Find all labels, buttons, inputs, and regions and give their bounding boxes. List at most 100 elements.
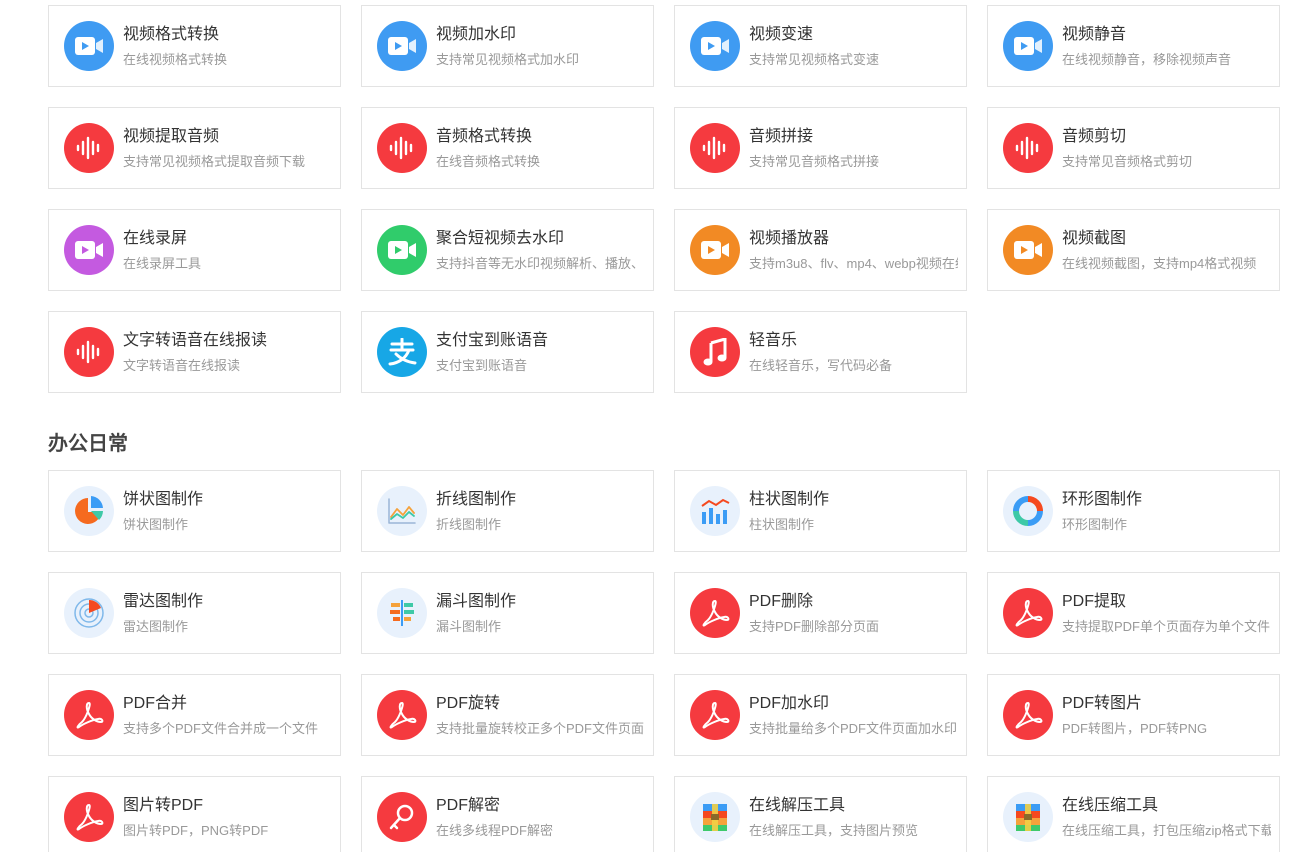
tool-title: 在线压缩工具 xyxy=(1062,797,1159,814)
tool-desc: 支持多个PDF文件合并成一个文件 xyxy=(123,721,319,736)
tool-desc: 环形图制作 xyxy=(1062,517,1128,532)
tool-card-extract-audio[interactable]: 视频提取音频 支持常见视频格式提取音频下载 xyxy=(48,107,341,189)
screen-record-icon xyxy=(377,225,427,275)
line-chart-icon xyxy=(377,486,427,536)
tool-card-video-mute[interactable]: 视频静音 在线视频静音，移除视频声音 xyxy=(987,5,1280,87)
tool-title: 漏斗图制作 xyxy=(436,593,517,610)
media-tools-grid: 视频格式转换 在线视频格式转换 视频加水印 支持常见视频格式加水印 视频变速 支… xyxy=(48,5,1280,393)
tool-card-line-chart[interactable]: 折线图制作 折线图制作 xyxy=(361,470,654,552)
tool-desc: 在线录屏工具 xyxy=(123,256,202,271)
zip-archive-icon xyxy=(1003,792,1053,842)
bar-chart-icon xyxy=(690,486,740,536)
tool-card-pdf-watermark[interactable]: PDF加水印 支持批量给多个PDF文件页面加水印 xyxy=(674,674,967,756)
tool-card-online-zip[interactable]: 在线压缩工具 在线压缩工具，打包压缩zip格式下载 xyxy=(987,776,1280,852)
audio-wave-icon xyxy=(1003,123,1053,173)
alipay-icon xyxy=(377,327,427,377)
tool-title: PDF提取 xyxy=(1062,593,1127,610)
tool-card-text-to-speech[interactable]: 文字转语音在线报读 文字转语音在线报读 xyxy=(48,311,341,393)
tool-title: 视频加水印 xyxy=(436,26,517,43)
tool-card-light-music[interactable]: 轻音乐 在线轻音乐，写代码必备 xyxy=(674,311,967,393)
tool-card-funnel-chart[interactable]: 漏斗图制作 漏斗图制作 xyxy=(361,572,654,654)
pdf-icon xyxy=(690,690,740,740)
tool-title: 饼状图制作 xyxy=(123,491,204,508)
tool-desc: 支持批量给多个PDF文件页面加水印 xyxy=(749,721,958,736)
zip-archive-icon xyxy=(690,792,740,842)
tool-card-video-player[interactable]: 视频播放器 支持m3u8、flv、mp4、webp视频在线 xyxy=(674,209,967,291)
tool-desc: 支付宝到账语音 xyxy=(436,358,528,373)
tool-title: 音频拼接 xyxy=(749,128,814,145)
tool-card-video-speed[interactable]: 视频变速 支持常见视频格式变速 xyxy=(674,5,967,87)
tool-desc: 在线轻音乐，写代码必备 xyxy=(749,358,893,373)
tool-card-pdf-decrypt[interactable]: PDF解密 在线多线程PDF解密 xyxy=(361,776,654,852)
tool-title: 音频剪切 xyxy=(1062,128,1127,145)
tool-desc: 支持抖音等无水印视频解析、播放、 xyxy=(436,256,645,271)
radar-chart-icon xyxy=(64,588,114,638)
tool-card-image-to-pdf[interactable]: 图片转PDF 图片转PDF，PNG转PDF xyxy=(48,776,341,852)
video-player-icon xyxy=(1003,225,1053,275)
tool-title: PDF删除 xyxy=(749,593,814,610)
tool-desc: 支持常见视频格式提取音频下载 xyxy=(123,154,306,169)
office-tools-grid: 饼状图制作 饼状图制作 折线图制作 折线图制作 柱状图制作 柱状图制作 环形图制… xyxy=(48,470,1280,852)
tool-card-online-unzip[interactable]: 在线解压工具 在线解压工具，支持图片预览 xyxy=(674,776,967,852)
tool-card-bar-chart[interactable]: 柱状图制作 柱状图制作 xyxy=(674,470,967,552)
video-player-icon xyxy=(690,225,740,275)
tool-title: 视频格式转换 xyxy=(123,26,220,43)
pdf-icon xyxy=(377,690,427,740)
tool-title: 环形图制作 xyxy=(1062,491,1143,508)
tool-title: 折线图制作 xyxy=(436,491,517,508)
tool-desc: 漏斗图制作 xyxy=(436,619,502,634)
audio-wave-icon xyxy=(64,327,114,377)
tool-card-radar-chart[interactable]: 雷达图制作 雷达图制作 xyxy=(48,572,341,654)
tool-desc: 文字转语音在线报读 xyxy=(123,358,241,373)
tool-desc: 图片转PDF，PNG转PDF xyxy=(123,823,269,838)
tool-card-audio-cut[interactable]: 音频剪切 支持常见音频格式剪切 xyxy=(987,107,1280,189)
tool-desc: 柱状图制作 xyxy=(749,517,815,532)
tool-title: 视频截图 xyxy=(1062,230,1127,247)
donut-chart-icon xyxy=(1003,486,1053,536)
tool-card-pdf-delete[interactable]: PDF删除 支持PDF删除部分页面 xyxy=(674,572,967,654)
tool-card-audio-format-convert[interactable]: 音频格式转换 在线音频格式转换 xyxy=(361,107,654,189)
pie-chart-icon xyxy=(64,486,114,536)
tool-card-video-screenshot[interactable]: 视频截图 在线视频截图，支持mp4格式视频 xyxy=(987,209,1280,291)
tool-card-pie-chart[interactable]: 饼状图制作 饼状图制作 xyxy=(48,470,341,552)
tool-card-video-watermark[interactable]: 视频加水印 支持常见视频格式加水印 xyxy=(361,5,654,87)
tool-desc: 支持批量旋转校正多个PDF文件页面 xyxy=(436,721,645,736)
audio-wave-icon xyxy=(64,123,114,173)
tool-card-video-format-convert[interactable]: 视频格式转换 在线视频格式转换 xyxy=(48,5,341,87)
tool-desc: 在线视频截图，支持mp4格式视频 xyxy=(1062,256,1257,271)
tool-card-alipay-voice[interactable]: 支付宝到账语音 支付宝到账语音 xyxy=(361,311,654,393)
tool-desc: 在线视频格式转换 xyxy=(123,52,228,67)
tool-title: 雷达图制作 xyxy=(123,593,204,610)
tool-title: 支付宝到账语音 xyxy=(436,332,549,349)
tool-desc: 在线多线程PDF解密 xyxy=(436,823,554,838)
tool-card-audio-join[interactable]: 音频拼接 支持常见音频格式拼接 xyxy=(674,107,967,189)
tool-desc: 饼状图制作 xyxy=(123,517,189,532)
tool-card-pdf-extract[interactable]: PDF提取 支持提取PDF单个页面存为单个文件 xyxy=(987,572,1280,654)
video-camera-icon xyxy=(377,21,427,71)
audio-wave-icon xyxy=(377,123,427,173)
video-camera-icon xyxy=(64,21,114,71)
tool-title: 在线解压工具 xyxy=(749,797,846,814)
tool-title: 柱状图制作 xyxy=(749,491,830,508)
tool-card-donut-chart[interactable]: 环形图制作 环形图制作 xyxy=(987,470,1280,552)
tool-desc: 支持常见音频格式剪切 xyxy=(1062,154,1193,169)
tool-title: 音频格式转换 xyxy=(436,128,533,145)
tool-title: 轻音乐 xyxy=(749,332,798,349)
tool-card-pdf-merge[interactable]: PDF合并 支持多个PDF文件合并成一个文件 xyxy=(48,674,341,756)
tool-desc: 在线音频格式转换 xyxy=(436,154,541,169)
tool-desc: 支持m3u8、flv、mp4、webp视频在线 xyxy=(749,256,958,271)
tool-desc: PDF转图片，PDF转PNG xyxy=(1062,721,1208,736)
tool-desc: 在线压缩工具，打包压缩zip格式下载 xyxy=(1062,823,1271,838)
pdf-icon xyxy=(1003,588,1053,638)
tool-title: PDF解密 xyxy=(436,797,501,814)
tool-card-screen-record[interactable]: 在线录屏 在线录屏工具 xyxy=(48,209,341,291)
tool-title: 视频变速 xyxy=(749,26,814,43)
tool-title: PDF加水印 xyxy=(749,695,830,712)
tool-card-remove-watermark[interactable]: 聚合短视频去水印 支持抖音等无水印视频解析、播放、 xyxy=(361,209,654,291)
tool-card-pdf-rotate[interactable]: PDF旋转 支持批量旋转校正多个PDF文件页面 xyxy=(361,674,654,756)
tool-card-pdf-to-image[interactable]: PDF转图片 PDF转图片，PDF转PNG xyxy=(987,674,1280,756)
tool-desc: 在线视频静音，移除视频声音 xyxy=(1062,52,1232,67)
tool-desc: 支持常见视频格式加水印 xyxy=(436,52,580,67)
tool-desc: 支持PDF删除部分页面 xyxy=(749,619,880,634)
tool-desc: 折线图制作 xyxy=(436,517,502,532)
